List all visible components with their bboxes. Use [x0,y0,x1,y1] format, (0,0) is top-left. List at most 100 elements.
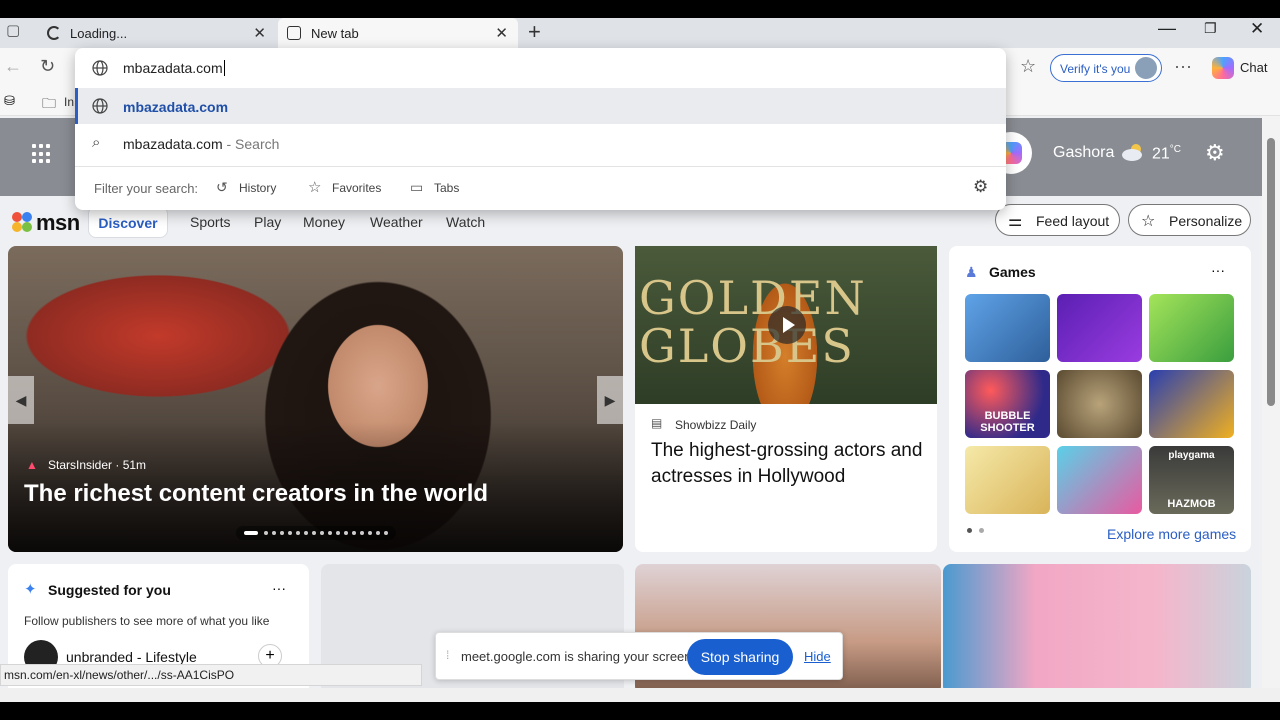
chat-button[interactable]: Chat [1206,55,1272,81]
publisher-name[interactable]: unbranded - Lifestyle [66,649,197,665]
suggestion-url-row[interactable]: mbazadata.com [75,88,1006,124]
temperature-value: 21 [1152,145,1170,163]
play-video-button[interactable] [768,306,806,344]
tab-new-tab[interactable]: New tab ✕ [278,18,518,48]
msn-logo-text: msn [36,210,80,235]
refresh-icon[interactable]: ↻ [40,56,55,77]
side-story-source[interactable]: Showbizz Daily [675,418,756,432]
carousel-next-button[interactable]: ▶ [597,376,623,424]
story-source[interactable]: StarsInsider · 51m [48,458,146,472]
filter-favorites[interactable]: Favorites [332,181,381,195]
game-tile-label: HAZMOB [1167,498,1216,510]
feed-layout-label: Feed layout [1036,213,1110,229]
golden-globes-image: GOLDEN GLOBES [635,246,937,404]
tab-label: Loading... [70,25,128,41]
hide-notice-link[interactable]: Hide [804,649,831,664]
address-text: mbazadata.com [123,60,223,76]
msn-logo[interactable]: msn [10,206,80,236]
sparkle-star-icon: ☆ [1141,213,1156,230]
game-tile[interactable] [1057,294,1142,362]
search-suffix: - Search [226,136,280,152]
avatar [1135,57,1157,79]
divider [75,166,1006,167]
favorites-item-label[interactable]: In [64,95,74,109]
favorites-star-icon[interactable]: ☆ [1020,56,1036,77]
tab-discover[interactable]: Discover [88,206,168,238]
suggestion-url: mbazadata.com [123,99,229,115]
search-query: mbazadata.com [123,136,223,152]
suggested-more-icon[interactable]: ··· [272,580,286,596]
side-headline[interactable]: The highest-grossing actors and actresse… [651,438,926,490]
game-tile-hazmob[interactable]: playgama HAZMOB [1149,446,1234,514]
star-icon: ☆ [308,179,322,196]
minimize-icon[interactable]: — [1158,18,1176,39]
personalize-button[interactable]: ☆ Personalize [1128,204,1251,236]
temperature: 21°C [1152,144,1181,163]
status-bar-url: msn.com/en-xl/news/other/.../ss-AA1CisPO [0,664,422,686]
back-icon[interactable]: ← [4,56,22,77]
restore-icon[interactable]: ❐ [1204,20,1217,37]
new-tab-plus-icon[interactable]: + [528,19,541,45]
screen-share-notice: ⁞ meet.google.com is sharing your screen… [435,632,843,680]
feed-layout-button[interactable]: ⚌ Feed layout [995,204,1120,236]
address-input[interactable]: mbazadata.com [123,60,225,76]
page-scrollbar[interactable] [1262,116,1280,688]
filter-tabs[interactable]: Tabs [434,181,459,195]
game-tile[interactable] [965,294,1050,362]
screen: ▢ Loading... ✕ New tab ✕ + — ❐ ✕ ← ↻ ☆ V… [0,0,1280,720]
main-headline[interactable]: The richest content creators in the worl… [24,480,488,508]
collections-icon[interactable]: ⛁ [4,93,15,109]
text-cursor [223,60,225,76]
tab-weather[interactable]: Weather [370,214,423,230]
close-tab-icon[interactable]: ✕ [253,24,266,42]
game-tile[interactable] [1149,294,1234,362]
story-age: · 51m [115,458,147,472]
verify-profile-button[interactable]: Verify it's you [1050,54,1162,82]
drag-handle-icon[interactable]: ⁞ [446,648,449,662]
game-tile[interactable] [1057,446,1142,514]
partly-cloudy-icon [1122,144,1142,161]
more-menu-icon[interactable]: ··· [1174,56,1192,77]
game-tile[interactable] [1149,370,1234,438]
suggestion-search-row[interactable]: ⌕ mbazadata.com - Search [75,124,1006,162]
games-icon: ♟ [965,264,978,280]
tab-strip: ▢ Loading... ✕ New tab ✕ + [0,18,1280,48]
game-tile[interactable] [1057,370,1142,438]
tab-actions-icon[interactable]: ▢ [6,21,20,39]
tab-loading[interactable]: Loading... ✕ [38,18,276,48]
tab-sports[interactable]: Sports [190,214,230,230]
tab-play[interactable]: Play [254,214,281,230]
stop-sharing-button[interactable]: Stop sharing [687,639,793,675]
search-icon: ⌕ [92,134,101,151]
games-page-dot[interactable] [979,528,984,533]
close-window-icon[interactable]: ✕ [1250,19,1264,39]
temperature-unit: °C [1169,144,1182,155]
game-tile[interactable] [965,446,1050,514]
loading-spinner-icon [47,26,61,40]
game-tile-label: BUBBLE SHOOTER [980,410,1035,434]
filter-label: Filter your search: [94,181,199,196]
suggested-title: Suggested for you [48,582,171,598]
games-page-dot[interactable] [967,528,972,533]
address-input-row[interactable]: mbazadata.com [75,48,1006,88]
game-tile-bubble-shooter[interactable]: BUBBLE SHOOTER [965,370,1050,438]
filter-history[interactable]: History [239,181,276,195]
top-letterbox [0,0,1280,18]
weather-location[interactable]: Gashora [1053,144,1114,162]
games-more-icon[interactable]: ··· [1211,262,1225,278]
games-card: ♟ Games ··· BUBBLE SHOOTER playgama HAZM… [949,246,1251,552]
search-settings-gear-icon[interactable]: ⚙ [973,177,988,197]
carousel-prev-button[interactable]: ◀ [8,376,34,424]
globe-icon [92,98,108,114]
settings-gear-icon[interactable]: ⚙ [1205,140,1225,166]
new-tab-page-icon [287,26,301,40]
apps-grid-icon[interactable] [32,144,52,164]
news-image-card[interactable] [943,564,1251,688]
scrollbar-thumb[interactable] [1267,138,1275,406]
sparkle-icon: ✦ [24,581,37,598]
close-tab-icon[interactable]: ✕ [495,24,508,42]
explore-more-games-link[interactable]: Explore more games [1107,526,1236,542]
tab-watch[interactable]: Watch [446,214,485,230]
tab-money[interactable]: Money [303,214,345,230]
folder-icon[interactable]: 🗀 [42,93,56,117]
